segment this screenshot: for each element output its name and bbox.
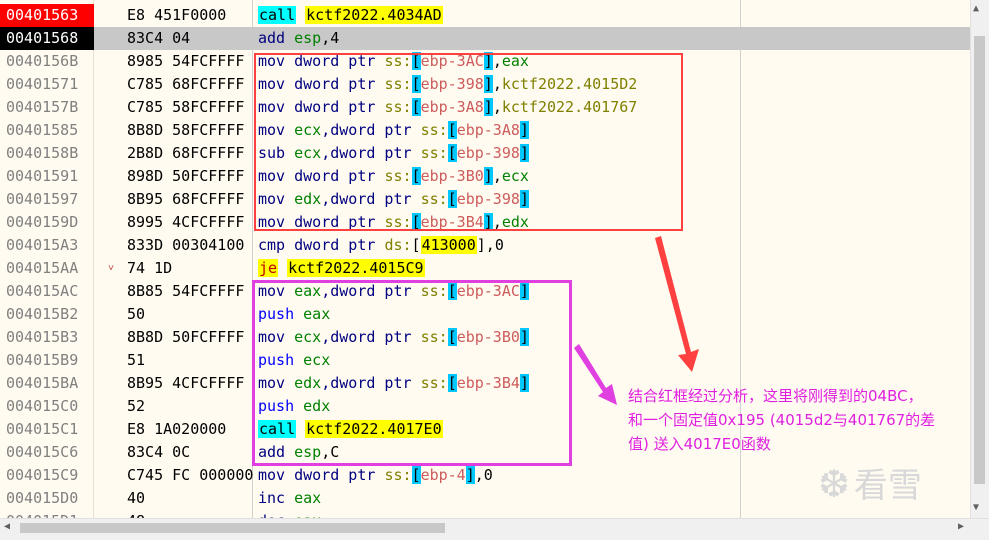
bytes-cell: E8 451F0000 — [127, 6, 227, 24]
disassembly-cell: call kctf2022.4034AD — [258, 4, 443, 27]
disassembly-cell: inc eax — [258, 487, 321, 510]
instruction-token: ss: — [384, 466, 412, 484]
disassembly-cell: dec eax — [258, 510, 321, 518]
instruction-row[interactable]: 004015A3 833D 00304100 cmp dword ptr ds:[4… — [0, 234, 970, 257]
instruction-token: add — [258, 29, 295, 47]
annotation-line: 值) 送入4017E0函数 — [628, 435, 771, 453]
instruction-row[interactable]: 00401563 E8 451F0000 call kctf2022.4034AD — [0, 4, 970, 27]
analysis-annotation: 结合红框经过分析，这里将刚得到的04BC， 和一个固定值0x195 (4015d… — [628, 384, 988, 456]
disassembly-cell: add esp,4 — [258, 27, 339, 50]
scroll-up-arrow-icon[interactable]: ▲ — [973, 3, 979, 14]
instruction-token: esp — [294, 29, 322, 47]
address-cell: 004015B9 — [6, 351, 79, 369]
vertical-scroll-thumb[interactable] — [974, 36, 985, 484]
instruction-token: mov dword ptr — [258, 466, 385, 484]
annotation-line: 和一个固定值0x195 (4015d2与401767的差 — [628, 411, 936, 429]
instruction-token: [ — [411, 466, 421, 484]
address-cell: 0040156B — [6, 52, 79, 70]
instruction-token — [278, 259, 287, 277]
instruction-token: ds: — [384, 236, 412, 254]
address-cell: 00401568 — [0, 27, 94, 50]
bytes-cell: 8985 54FCFFFF — [127, 52, 245, 70]
instruction-token: 0 — [494, 236, 504, 254]
instruction-token: kctf2022.4034AD — [305, 6, 443, 24]
disassembly-cell: cmp dword ptr ds:[413000],0 — [258, 234, 504, 257]
address-cell: 004015B2 — [6, 305, 79, 323]
address-cell: 004015A3 — [6, 236, 79, 254]
instruction-token: 4 — [330, 29, 340, 47]
instruction-token: call — [258, 6, 297, 24]
instruction-token — [296, 6, 305, 24]
instruction-token: 413000 — [420, 236, 477, 254]
instruction-token: , — [474, 466, 484, 484]
address-cell: 0040159D — [6, 213, 79, 231]
bytes-cell: 40 — [127, 489, 146, 507]
instruction-row[interactable]: 00401568 83C4 04 add esp,4 — [0, 27, 970, 50]
instruction-token: ], — [476, 236, 495, 254]
instruction-token: , — [321, 29, 331, 47]
bytes-cell: 8B8D 58FCFFFF — [127, 121, 245, 139]
address-cell: 004015B3 — [6, 328, 79, 346]
snowflake-icon: ❆ — [818, 462, 850, 506]
scroll-left-arrow-icon[interactable]: ◀ — [4, 521, 10, 532]
instruction-row[interactable]: 004015AA ˅ 74 1D je kctf2022.4015C9 — [0, 257, 970, 280]
bytes-cell: C785 68FCFFFF — [127, 75, 245, 93]
address-cell: 004015C0 — [6, 397, 79, 415]
horizontal-scroll-thumb[interactable] — [20, 523, 445, 533]
address-cell: 004015C6 — [6, 443, 79, 461]
address-cell: 00401591 — [6, 167, 79, 185]
address-cell: 00401597 — [6, 190, 79, 208]
address-cell: 004015BA — [6, 374, 79, 392]
bytes-cell: 833D 00304100 — [127, 236, 245, 254]
red-highlight-box — [254, 53, 683, 231]
address-cell: 0040157B — [6, 98, 79, 116]
bytes-cell: 8B85 54FCFFFF — [127, 282, 245, 300]
pink-highlight-box — [252, 280, 572, 466]
disassembly-cell: mov dword ptr ss:[ebp-4],0 — [258, 464, 493, 487]
instruction-token: 0 — [483, 466, 493, 484]
jump-arrow-icon: ˅ — [108, 263, 115, 274]
watermark-logo: ❆ 看雪 — [818, 458, 922, 507]
address-cell: 004015C9 — [6, 466, 79, 484]
bytes-cell: 8995 4CFCFFFF — [127, 213, 245, 231]
bytes-cell: 83C4 0C — [127, 443, 191, 461]
instruction-token: je — [258, 259, 279, 277]
bytes-cell: C785 58FCFFFF — [127, 98, 245, 116]
instruction-token: [ — [411, 236, 421, 254]
instruction-token: kctf2022.4015C9 — [287, 259, 425, 277]
address-cell: 004015D1 — [0, 510, 94, 518]
address-cell: 00401571 — [6, 75, 79, 93]
annotation-line: 结合红框经过分析，这里将刚得到的04BC， — [628, 387, 923, 405]
address-cell: 004015C1 — [6, 420, 79, 438]
instruction-token: inc — [258, 489, 295, 507]
address-cell: 004015AA — [6, 259, 79, 277]
scroll-right-arrow-icon[interactable]: ▶ — [958, 521, 964, 532]
address-cell: 00401563 — [0, 4, 94, 27]
watermark-text: 看雪 — [853, 466, 922, 506]
address-cell: 0040158B — [6, 144, 79, 162]
bytes-cell: 52 — [127, 397, 146, 415]
address-cell: 004015AC — [6, 282, 79, 300]
bytes-cell: 2B8D 68FCFFFF — [127, 144, 245, 162]
instruction-token: ] — [465, 466, 475, 484]
address-cell: 004015D0 — [6, 489, 79, 507]
instruction-token: ebp-4 — [420, 466, 466, 484]
bytes-cell: C745 FC 000000 — [127, 466, 253, 484]
scroll-down-arrow-icon[interactable]: ▼ — [973, 502, 979, 513]
instruction-token: cmp dword ptr — [258, 236, 385, 254]
address-cell: 00401585 — [6, 121, 79, 139]
bytes-cell: 48 — [127, 510, 253, 518]
instruction-row[interactable]: 004015D1 48 dec eax — [0, 510, 970, 518]
bytes-cell: 898D 50FCFFFF — [127, 167, 245, 185]
bytes-cell: 51 — [127, 351, 146, 369]
bytes-cell: 8B95 68FCFFFF — [127, 190, 245, 208]
bytes-cell: 74 1D — [127, 259, 173, 277]
disassembly-cell: je kctf2022.4015C9 — [258, 257, 425, 280]
bytes-cell: 50 — [127, 305, 146, 323]
bytes-cell: 8B8D 50FCFFFF — [127, 328, 245, 346]
bytes-cell: E8 1A020000 — [127, 420, 227, 438]
bytes-cell: 8B95 4CFCFFFF — [127, 374, 245, 392]
instruction-token: eax — [294, 489, 322, 507]
bytes-cell: 83C4 04 — [127, 29, 191, 47]
